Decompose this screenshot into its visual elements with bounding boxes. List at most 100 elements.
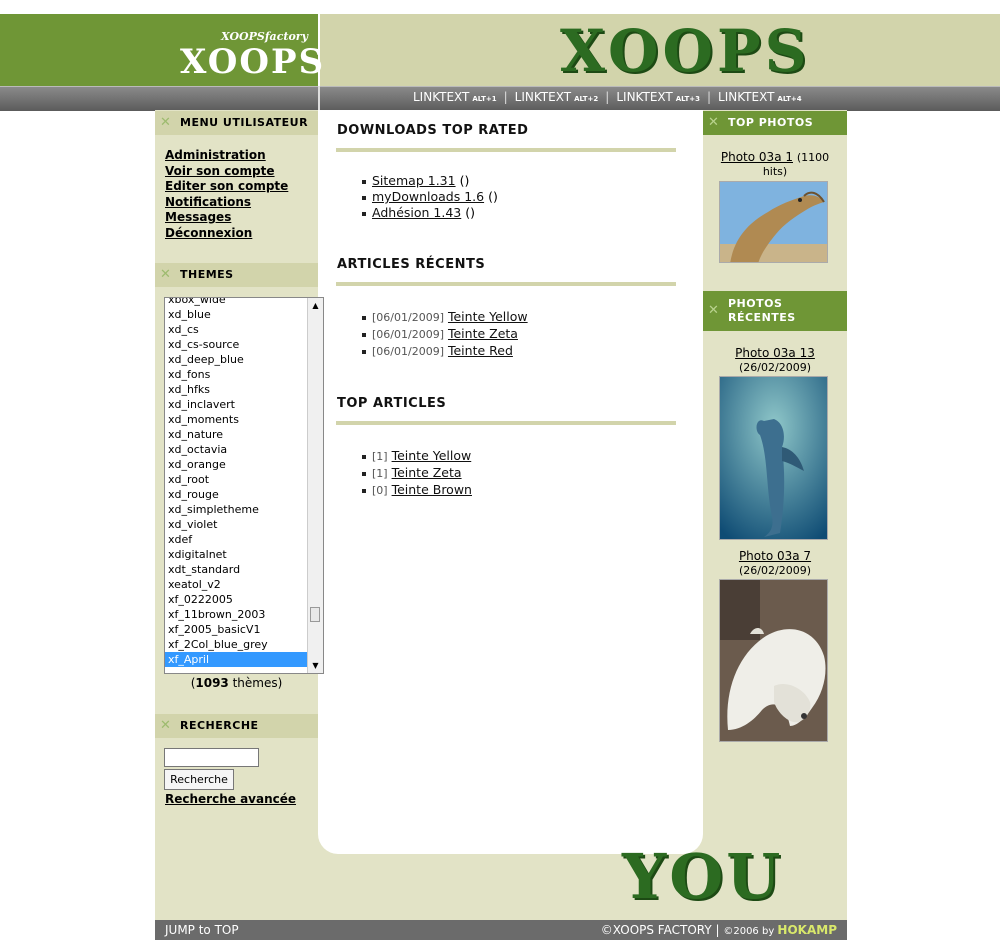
theme-option[interactable]: xd_cs-source — [165, 337, 308, 352]
nav-link-3[interactable]: LINKTEXT ALT+3 — [616, 90, 700, 104]
logo-xoops-text: XOOPS — [180, 42, 326, 82]
theme-option[interactable]: xdef — [165, 532, 308, 547]
search-input[interactable] — [164, 748, 259, 767]
advanced-search-link[interactable]: Recherche avancée — [165, 792, 296, 806]
section-rule — [336, 421, 676, 425]
article-link[interactable]: Teinte Yellow — [392, 448, 472, 463]
x-bullet-icon: ✕ — [160, 115, 172, 130]
theme-option[interactable]: xd_cs — [165, 322, 308, 337]
list-item: myDownloads 1.6 () — [362, 189, 498, 205]
top-strip — [0, 0, 1000, 14]
downloads-title: DOWNLOADS TOP RATED — [337, 123, 529, 138]
menu-link-administration[interactable]: Administration — [165, 148, 288, 164]
search-title: ✕ RECHERCHE — [155, 714, 318, 738]
recent-photos-title: ✕ PHOTOS RÉCENTES — [703, 291, 847, 331]
article-link[interactable]: Teinte Yellow — [448, 309, 528, 324]
recent-articles-title: ARTICLES RÉCENTS — [337, 257, 486, 272]
photo-link[interactable]: Photo 03a 1 — [721, 150, 793, 164]
photo-link[interactable]: Photo 03a 7 — [739, 549, 811, 563]
theme-option[interactable]: xbox_wide — [165, 298, 308, 307]
theme-option[interactable]: xdigitalnet — [165, 547, 308, 562]
nav-link-1[interactable]: LINKTEXT ALT+1 — [413, 90, 497, 104]
themes-scrollbar[interactable]: ▲ ▼ — [307, 298, 323, 673]
theme-option[interactable]: xd_root — [165, 472, 308, 487]
scroll-up-icon[interactable]: ▲ — [310, 300, 321, 311]
list-item: [06/01/2009] Teinte Red — [362, 343, 528, 360]
list-item: Sitemap 1.31 () — [362, 173, 498, 189]
theme-option[interactable]: xd_blue — [165, 307, 308, 322]
themes-title: ✕ THEMES — [155, 263, 318, 287]
nav-link-4[interactable]: LINKTEXT ALT+4 — [718, 90, 802, 104]
recent-articles-list: [06/01/2009] Teinte Yellow [06/01/2009] … — [362, 309, 528, 360]
camel-photo[interactable] — [719, 181, 828, 263]
recent-photo-caption: Photo 03a 13 (26/02/2009) — [735, 346, 815, 374]
section-rule — [336, 282, 676, 286]
photo-link[interactable]: Photo 03a 13 — [735, 346, 815, 360]
theme-option[interactable]: xd_deep_blue — [165, 352, 308, 367]
theme-option[interactable]: xd_fons — [165, 367, 308, 382]
download-link[interactable]: myDownloads 1.6 — [372, 189, 484, 204]
menu-link-notifications[interactable]: Notifications — [165, 195, 288, 211]
nav-link-2[interactable]: LINKTEXT ALT+2 — [515, 90, 599, 104]
user-menu-title: ✕ MENU UTILISATEUR — [155, 111, 318, 135]
scroll-thumb[interactable] — [310, 607, 320, 622]
site-logo-big: XOOPS — [560, 17, 811, 85]
theme-option[interactable]: xf_2005_basicV1 — [165, 622, 308, 637]
theme-option[interactable]: xeatol_v2 — [165, 577, 308, 592]
nav-links: LINKTEXT ALT+1 | LINKTEXT ALT+2 | LINKTEXT ALT+… — [413, 90, 802, 104]
article-link[interactable]: Teinte Brown — [392, 482, 472, 497]
nav-separator — [318, 86, 320, 110]
theme-option[interactable]: xd_simpletheme — [165, 502, 308, 517]
footer-credits: ©XOOPS FACTORY | ©2006 by HOKAMP — [600, 923, 837, 937]
list-item: [06/01/2009] Teinte Zeta — [362, 326, 528, 343]
theme-option[interactable]: xd_violet — [165, 517, 308, 532]
scroll-down-icon[interactable]: ▼ — [310, 660, 321, 671]
x-bullet-icon: ✕ — [160, 267, 172, 282]
theme-option[interactable]: xdt_standard — [165, 562, 308, 577]
you-logo: YOU — [622, 840, 784, 913]
menu-link-logout[interactable]: Déconnexion — [165, 226, 288, 242]
article-link[interactable]: Teinte Zeta — [448, 326, 518, 341]
jump-to-top-link[interactable]: JUMP to TOP — [165, 920, 239, 940]
downloads-list: Sitemap 1.31 () myDownloads 1.6 () Adhés… — [362, 173, 498, 221]
theme-option[interactable]: xf_11brown_2003 — [165, 607, 308, 622]
theme-option[interactable]: xd_orange — [165, 457, 308, 472]
polar-bear-photo[interactable] — [719, 579, 828, 742]
menu-link-edit-account[interactable]: Editer son compte — [165, 179, 288, 195]
themes-count: (1093 thèmes) — [190, 676, 283, 690]
footer: JUMP to TOP ©XOOPS FACTORY | ©2006 by HO… — [155, 920, 847, 940]
article-link[interactable]: Teinte Zeta — [392, 465, 462, 480]
hokamp-link[interactable]: HOKAMP — [777, 923, 837, 937]
x-bullet-icon: ✕ — [708, 115, 720, 130]
recent-photo-caption: Photo 03a 7 (26/02/2009) — [738, 549, 812, 577]
themes-select[interactable]: xbox_wide xd_blue xd_cs xd_cs-source xd_deep… — [164, 297, 324, 674]
download-link[interactable]: Sitemap 1.31 — [372, 173, 456, 188]
theme-option[interactable]: xd_nature — [165, 427, 308, 442]
menu-link-messages[interactable]: Messages — [165, 210, 288, 226]
theme-option[interactable]: xf_0222005 — [165, 592, 308, 607]
themes-count-number: 1093 — [195, 676, 229, 690]
article-link[interactable]: Teinte Red — [448, 343, 513, 358]
themes-options: xbox_wide xd_blue xd_cs xd_cs-source xd_deep… — [165, 298, 308, 667]
theme-option[interactable]: xf_April — [165, 652, 308, 667]
list-item: [06/01/2009] Teinte Yellow — [362, 309, 528, 326]
search-button[interactable]: Recherche — [164, 769, 234, 790]
menu-link-view-account[interactable]: Voir son compte — [165, 164, 288, 180]
theme-option[interactable]: xd_inclavert — [165, 397, 308, 412]
top-articles-title: TOP ARTICLES — [337, 396, 447, 411]
download-link[interactable]: Adhésion 1.43 — [372, 205, 461, 220]
theme-option[interactable]: xd_hfks — [165, 382, 308, 397]
list-item: [1] Teinte Zeta — [362, 465, 472, 482]
theme-option[interactable]: xd_moments — [165, 412, 308, 427]
theme-option[interactable]: xd_octavia — [165, 442, 308, 457]
site-logo-small[interactable]: XOOPSfactory XOOPS — [180, 30, 323, 82]
list-item: Adhésion 1.43 () — [362, 205, 498, 221]
top-photo-caption: Photo 03a 1 (1100 hits) — [720, 150, 830, 178]
user-menu: Administration Voir son compte Editer so… — [165, 148, 288, 241]
theme-option[interactable]: xd_rouge — [165, 487, 308, 502]
theme-option[interactable]: xf_2Col_blue_grey — [165, 637, 308, 652]
top-photos-title: ✕ TOP PHOTOS — [703, 111, 847, 135]
x-bullet-icon: ✕ — [160, 718, 172, 733]
dolphin-photo[interactable] — [719, 376, 828, 540]
list-item: [1] Teinte Yellow — [362, 448, 472, 465]
